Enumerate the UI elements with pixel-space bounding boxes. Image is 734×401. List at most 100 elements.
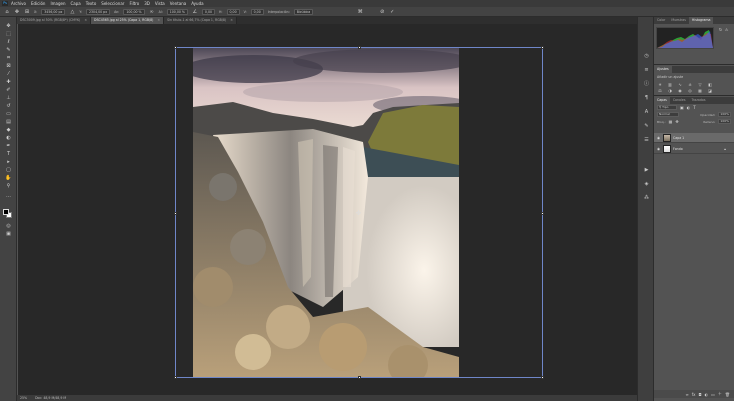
v-skew-field[interactable]: 0,00: [250, 8, 264, 15]
close-icon[interactable]: ×: [230, 18, 233, 22]
info-icon[interactable]: ⓘ: [642, 81, 651, 88]
type-tool-icon[interactable]: T: [4, 151, 13, 158]
free-transform-box[interactable]: ✜: [174, 46, 544, 379]
transform-handle-bottom-left[interactable]: [174, 376, 177, 379]
hue-saturation-icon[interactable]: ◧: [707, 82, 713, 87]
brush-tool-icon[interactable]: ✐: [4, 87, 13, 94]
menu-edicion[interactable]: Edición: [31, 1, 45, 6]
curves-icon[interactable]: ∿: [677, 82, 683, 87]
layer-name[interactable]: Fondo: [673, 147, 683, 151]
canvas-area[interactable]: ✜: [18, 24, 637, 395]
tab-doc-2[interactable]: DSC4565.jpg al 25% (Capa 1, RGB/8) ×: [90, 17, 165, 24]
refresh-icon[interactable]: ↻: [718, 27, 723, 32]
clone-stamp-tool-icon[interactable]: ⊥: [4, 95, 13, 102]
home-icon[interactable]: ⌂: [4, 9, 10, 15]
photo-filter-icon[interactable]: ◉: [677, 88, 683, 93]
triangle-icon[interactable]: △: [69, 9, 75, 15]
commit-transform-icon[interactable]: ✓: [389, 9, 395, 15]
warp-icon[interactable]: ⌘: [357, 9, 363, 15]
layer-row-capa-1[interactable]: ◉ Capa 1: [654, 133, 734, 143]
transform-handle-bottom-right[interactable]: [541, 376, 544, 379]
eraser-tool-icon[interactable]: ▭: [4, 111, 13, 118]
transform-center-icon[interactable]: ✜: [356, 210, 361, 217]
layer-kind-filter[interactable]: ⚲ Tipo: [657, 105, 677, 110]
actions-icon[interactable]: ▶: [642, 167, 651, 174]
move-tool-preset-icon[interactable]: ✥: [14, 9, 20, 15]
transform-handle-top[interactable]: [358, 46, 361, 49]
quick-select-tool-icon[interactable]: ✎: [4, 47, 13, 54]
link-icon[interactable]: ∞: [149, 9, 155, 15]
tab-doc-3[interactable]: Sin título-1 al 66,7% (Capa 1, RGB/8) ×: [164, 17, 237, 24]
invert-icon[interactable]: ◪: [707, 88, 713, 93]
delete-layer-icon[interactable]: 🗑︎: [725, 392, 730, 397]
menu-imagen[interactable]: Imagen: [50, 1, 65, 6]
screen-mode-icon[interactable]: ▣: [4, 231, 13, 238]
menu-seleccionar[interactable]: Seleccionar: [101, 1, 124, 6]
width-field[interactable]: 100,00 %: [123, 8, 145, 15]
quick-mask-icon[interactable]: ◎: [4, 223, 13, 230]
menu-3d[interactable]: 3D: [144, 1, 150, 6]
libraries-icon[interactable]: ☰: [642, 137, 651, 144]
filter-adjustment-icon[interactable]: ◐: [687, 105, 691, 110]
exposure-icon[interactable]: ±: [687, 82, 693, 87]
add-mask-icon[interactable]: ◘: [698, 392, 701, 397]
menu-filtro[interactable]: Filtro: [129, 1, 139, 6]
link-layers-icon[interactable]: ∞: [685, 392, 688, 397]
brightness-contrast-icon[interactable]: ☀: [657, 82, 663, 87]
pen-tool-icon[interactable]: ✒: [4, 143, 13, 150]
history-icon[interactable]: ◷: [642, 53, 651, 60]
more-tools-icon[interactable]: …: [4, 193, 13, 200]
x-field[interactable]: 3456,00 px: [41, 8, 66, 15]
lasso-tool-icon[interactable]: ℓ: [4, 39, 13, 46]
visibility-eye-icon[interactable]: ◉: [657, 136, 661, 140]
foreground-color-swatch[interactable]: [3, 209, 9, 215]
black-white-icon[interactable]: ◑: [667, 88, 673, 93]
new-adjustment-icon[interactable]: ◐: [705, 392, 709, 397]
tab-histogram[interactable]: Histograma: [688, 17, 714, 24]
path-selection-tool-icon[interactable]: ▸: [4, 159, 13, 166]
interpolation-select[interactable]: Bicúbica: [293, 8, 314, 15]
height-field[interactable]: 100,00 %: [166, 8, 188, 15]
transform-handle-bottom[interactable]: [358, 376, 361, 379]
gradient-tool-icon[interactable]: ▤: [4, 119, 13, 126]
close-icon[interactable]: ×: [157, 18, 160, 22]
filter-pixel-icon[interactable]: ▣: [680, 105, 684, 110]
transform-handle-top-right[interactable]: [541, 46, 544, 49]
eyedropper-tool-icon[interactable]: ⁄: [4, 71, 13, 78]
blend-mode-select[interactable]: Normal: [657, 112, 679, 117]
tab-channels[interactable]: Canales: [670, 97, 689, 104]
zoom-tool-icon[interactable]: ⚲: [4, 183, 13, 190]
levels-icon[interactable]: ▥: [667, 82, 673, 87]
menu-vista[interactable]: Vista: [155, 1, 165, 6]
angle-field[interactable]: 0,00: [201, 8, 216, 15]
close-icon[interactable]: ×: [84, 18, 87, 22]
tab-swatches[interactable]: Muestras: [668, 17, 689, 24]
blur-tool-icon[interactable]: ◆: [4, 127, 13, 134]
menu-ayuda[interactable]: Ayuda: [191, 1, 203, 6]
fill-field[interactable]: 100%: [718, 119, 731, 124]
channel-mixer-icon[interactable]: ◎: [687, 88, 693, 93]
zoom-level[interactable]: 25%: [20, 396, 27, 400]
color-balance-icon[interactable]: ⚖: [657, 88, 663, 93]
opacity-field[interactable]: 100%: [718, 112, 731, 117]
crop-tool-icon[interactable]: ⌗: [4, 55, 13, 62]
tab-paths[interactable]: Trazados: [689, 97, 709, 104]
menu-archivo[interactable]: Archivo: [11, 1, 26, 6]
transform-handle-left[interactable]: [174, 212, 177, 215]
glyphs-icon[interactable]: ⁂: [642, 195, 651, 202]
h-skew-field[interactable]: 0,00: [226, 8, 240, 15]
vibrance-icon[interactable]: ▽: [697, 82, 703, 87]
tab-adjustments[interactable]: Ajustes: [654, 66, 672, 73]
character-icon[interactable]: A: [642, 109, 651, 116]
visibility-eye-icon[interactable]: ◉: [657, 147, 661, 151]
layer-name[interactable]: Capa 1: [673, 136, 684, 140]
y-field[interactable]: 2304,00 px: [85, 8, 111, 15]
move-tool-icon[interactable]: ✥: [4, 23, 13, 30]
reference-point-icon[interactable]: ⊞: [24, 9, 30, 15]
layer-style-icon[interactable]: fx: [692, 392, 696, 397]
transform-handle-top-left[interactable]: [174, 46, 177, 49]
menu-ventana[interactable]: Ventana: [170, 1, 186, 6]
cancel-transform-icon[interactable]: ⊘: [379, 9, 385, 15]
hand-tool-icon[interactable]: ✋: [4, 175, 13, 182]
styles-icon[interactable]: ◈: [642, 181, 651, 188]
